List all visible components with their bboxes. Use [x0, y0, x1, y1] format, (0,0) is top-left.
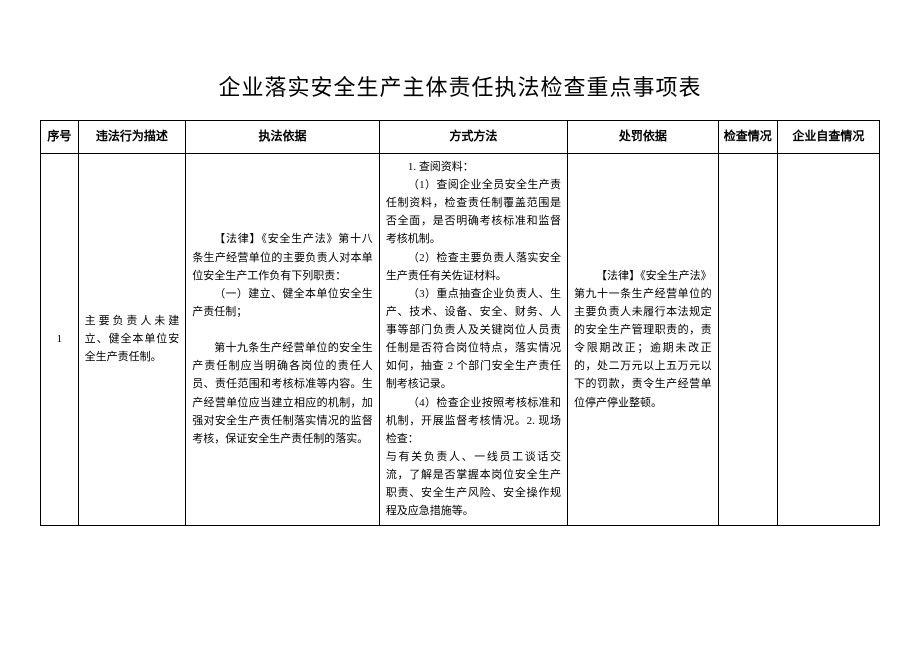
inspection-table: 序号 违法行为描述 执法依据 方式方法 处罚依据 检查情况 企业自查情况 1 主… — [40, 120, 880, 526]
cell-self — [777, 153, 879, 525]
cell-check — [718, 153, 777, 525]
cell-basis: 【法律】《安全生产法》第十八条生产经营单位的主要负责人对本单位安全生产工作负有下… — [186, 153, 380, 525]
basis-p2: （一）建立、健全本单位安全生产责任制； — [192, 285, 373, 321]
penalty-p: 【法律】《安全生产法》第九十一条生产经营单位的主要负责人未履行本法规定的安全生产… — [574, 267, 712, 412]
table-header-row: 序号 违法行为描述 执法依据 方式方法 处罚依据 检查情况 企业自查情况 — [41, 121, 880, 154]
cell-seq: 1 — [41, 153, 79, 525]
method-intro: 1. 查阅资料： — [386, 158, 561, 176]
method-5: 与有关负责人、一线员工谈话交流，了解是否掌握本岗位安全生产职责、安全生产风险、安… — [386, 448, 561, 521]
cell-penalty: 【法律】《安全生产法》第九十一条生产经营单位的主要负责人未履行本法规定的安全生产… — [568, 153, 719, 525]
basis-p3: 第十九条生产经营单位的安全生产责任制应当明确各岗位的责任人员、责任范围和考核标准… — [192, 339, 373, 448]
method-1: （1）查阅企业全员安全生产责任制资料，检查责任制覆盖范围是否全面，是否明确考核标… — [386, 176, 561, 249]
col-basis-header: 执法依据 — [186, 121, 380, 154]
method-2: （2）检查主要负责人落实安全生产责任有关佐证材料。 — [386, 249, 561, 285]
col-penalty-header: 处罚依据 — [568, 121, 719, 154]
cell-desc: 主要负责人未建立、健全本单位安全生产责任制。 — [78, 153, 186, 525]
table-row: 1 主要负责人未建立、健全本单位安全生产责任制。 【法律】《安全生产法》第十八条… — [41, 153, 880, 525]
page-title: 企业落实安全生产主体责任执法检查重点事项表 — [40, 70, 880, 102]
method-4: （4）检查企业按照考核标准和机制，开展监督考核情况。2. 现场检查： — [386, 394, 561, 448]
method-3: （3）重点抽查企业负责人、生产、技术、设备、安全、财务、人事等部门负责人及关键岗… — [386, 285, 561, 394]
cell-method: 1. 查阅资料： （1）查阅企业全员安全生产责任制资料，检查责任制覆盖范围是否全… — [379, 153, 567, 525]
col-seq-header: 序号 — [41, 121, 79, 154]
col-desc-header: 违法行为描述 — [78, 121, 186, 154]
basis-p1: 【法律】《安全生产法》第十八条生产经营单位的主要负责人对本单位安全生产工作负有下… — [192, 230, 373, 284]
col-check-header: 检查情况 — [718, 121, 777, 154]
col-self-header: 企业自查情况 — [777, 121, 879, 154]
col-method-header: 方式方法 — [379, 121, 567, 154]
